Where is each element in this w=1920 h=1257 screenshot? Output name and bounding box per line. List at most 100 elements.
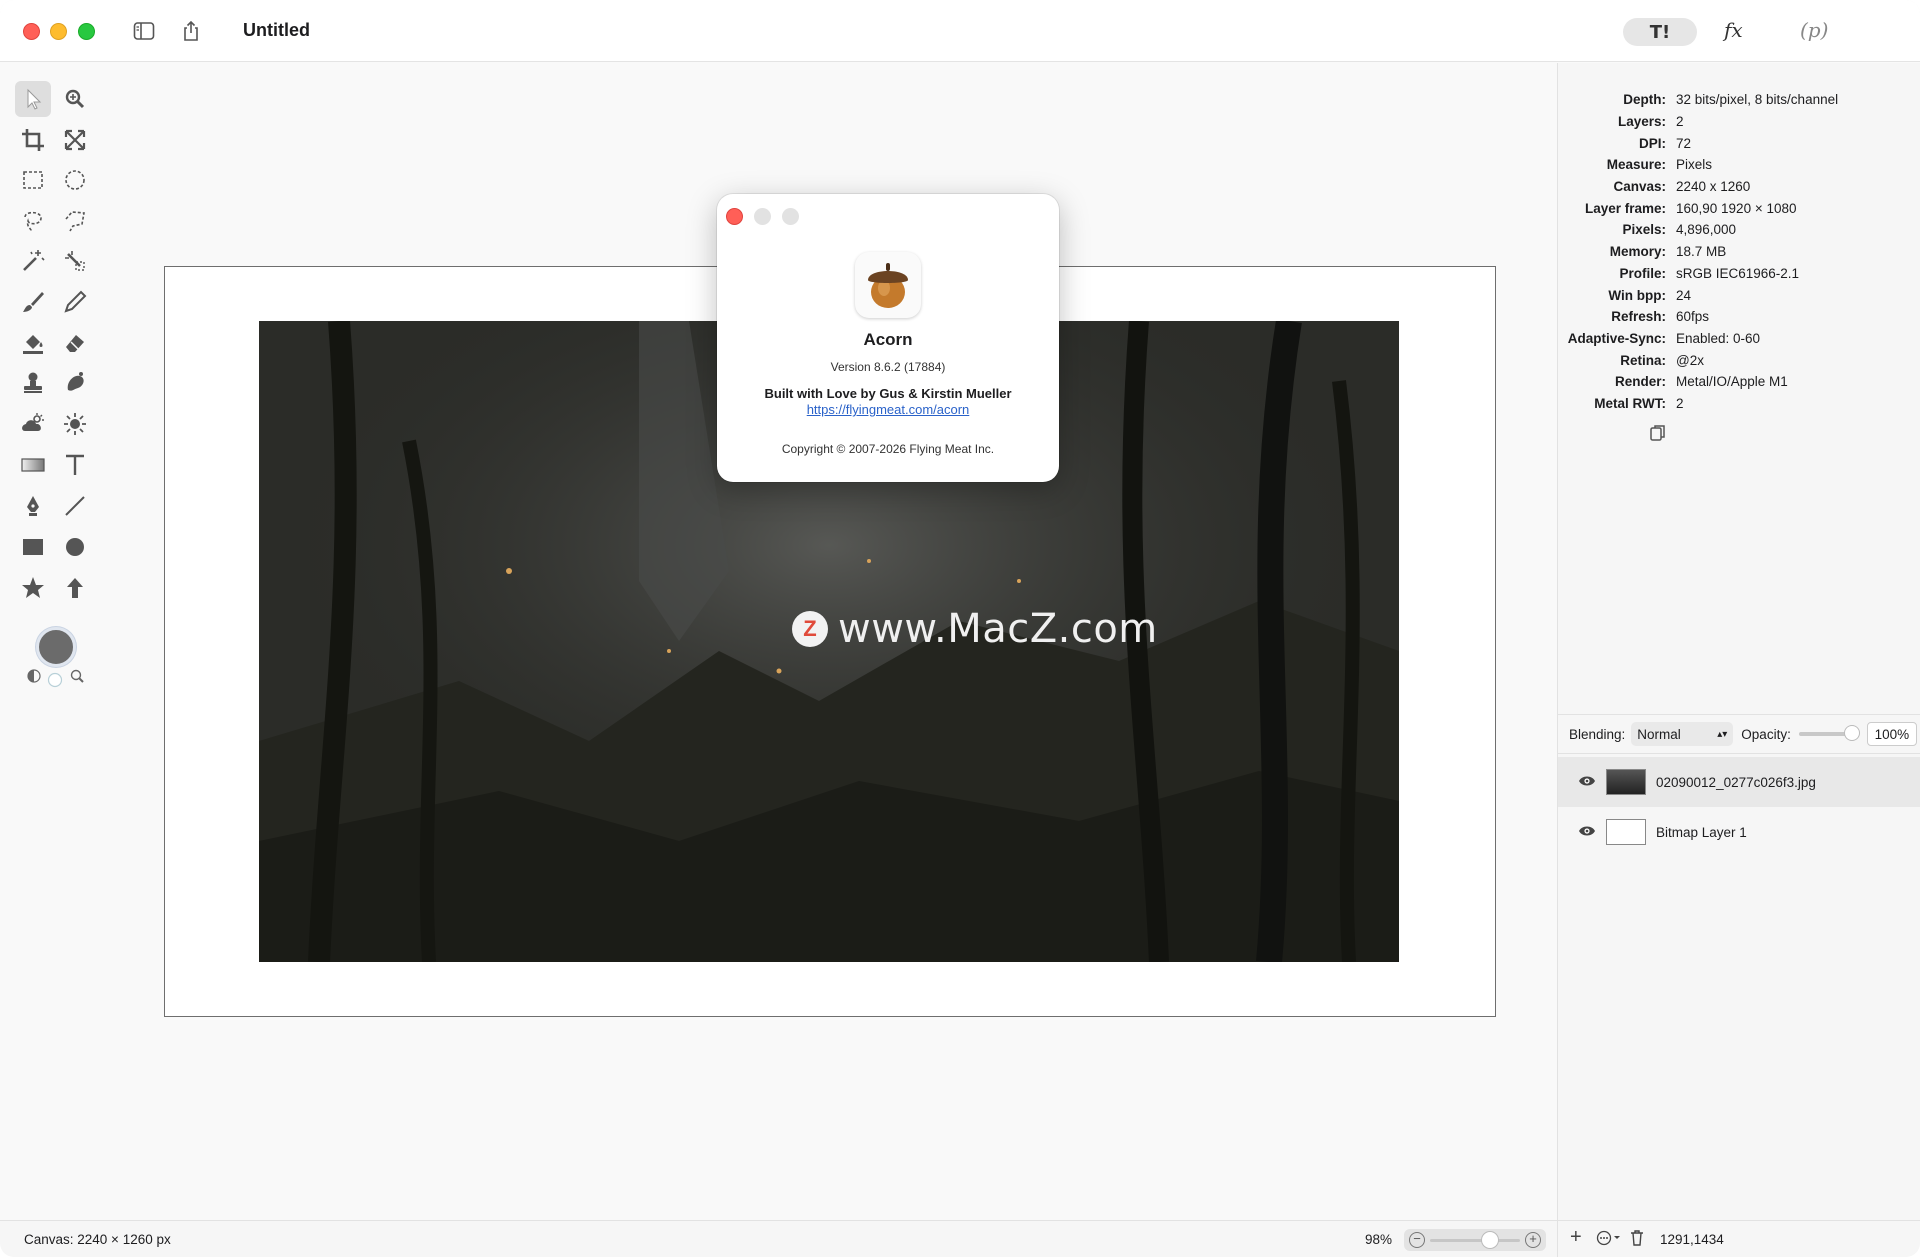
info-row-layers: Layers: 2 xyxy=(1617,114,1684,130)
layer-row[interactable]: Bitmap Layer 1 xyxy=(1558,807,1920,857)
lasso-tool-icon[interactable] xyxy=(15,202,51,238)
add-layer-icon[interactable]: + xyxy=(1570,1226,1582,1249)
background-color-swatch[interactable] xyxy=(47,672,63,688)
fill-tool-icon[interactable] xyxy=(15,325,51,361)
tool-settings-icon: T! xyxy=(1649,21,1671,43)
about-copyright: Copyright © 2007-2026 Flying Meat Inc. xyxy=(781,442,995,456)
blending-bar: Blending: Normal ▴▾ Opacity: 100% xyxy=(1558,714,1920,754)
chevron-updown-icon: ▴▾ xyxy=(1717,728,1728,740)
clone-stamp-tool-icon[interactable] xyxy=(15,365,51,401)
about-close-button[interactable] xyxy=(726,208,743,225)
gradient-tool-icon[interactable] xyxy=(15,447,51,483)
line-tool-icon[interactable] xyxy=(57,488,93,524)
crop-tool-icon[interactable] xyxy=(15,122,51,158)
info-row-depth: Depth: 32 bits/pixel, 8 bits/channel xyxy=(1623,92,1839,108)
info-row-adaptive-sync: Adaptive-Sync: Enabled: 0-60 xyxy=(1567,330,1761,346)
blending-label: Blending: xyxy=(1569,726,1626,742)
watermark-badge-icon: Z xyxy=(792,611,828,647)
layer-thumbnail xyxy=(1606,769,1646,795)
text-tool-icon[interactable] xyxy=(57,447,93,483)
copy-info-icon[interactable] xyxy=(1648,423,1668,443)
zoom-slider-track[interactable] xyxy=(1430,1239,1520,1242)
titlebar: Untitled T! fx (p) xyxy=(0,0,1920,62)
opacity-slider-knob[interactable] xyxy=(1844,726,1859,740)
pen-tool-icon[interactable] xyxy=(15,488,51,524)
eye-visibility-icon[interactable] xyxy=(1578,775,1598,790)
info-row-render: Render: Metal/IO/Apple M1 xyxy=(1614,374,1788,390)
tool-settings-button[interactable]: T! xyxy=(1623,18,1697,46)
status-bar: Canvas: 2240 × 1260 px 98% − + xyxy=(0,1220,1557,1257)
inspector-sidebar: Depth: 32 bits/pixel, 8 bits/channel Laye… xyxy=(1557,63,1920,1220)
info-row-canvas: Canvas: 2240 x 1260 xyxy=(1613,179,1751,195)
blending-mode-select[interactable]: Normal ▴▾ xyxy=(1631,722,1734,746)
image-info-list: Depth: 32 bits/pixel, 8 bits/channel Laye… xyxy=(1558,89,1920,414)
magic-select-tool-icon[interactable] xyxy=(57,243,93,279)
zoom-slider[interactable]: − + xyxy=(1404,1229,1546,1251)
brush-tool-icon[interactable] xyxy=(15,284,51,320)
layer-thumbnail xyxy=(1606,819,1646,845)
sidebar-toggle-icon[interactable] xyxy=(131,18,157,44)
layer-name: 02090012_0277c026f3.jpg xyxy=(1656,774,1816,790)
about-app-name: Acorn xyxy=(863,330,913,349)
window-title: Untitled xyxy=(243,20,310,40)
pencil-tool-icon[interactable] xyxy=(57,284,93,320)
canvas-size-status: Canvas: 2240 × 1260 px xyxy=(24,1232,171,1247)
oval-tool-icon[interactable] xyxy=(57,529,93,565)
zoom-tool-icon[interactable] xyxy=(57,81,93,117)
blending-mode-value: Normal xyxy=(1637,726,1681,742)
opacity-slider[interactable] xyxy=(1798,726,1859,740)
star-tool-icon[interactable] xyxy=(15,570,51,606)
watermark: Z www.MacZ.com xyxy=(792,606,1158,652)
info-row-pixels: Pixels: 4,896,000 xyxy=(1622,222,1737,238)
filters-fx-button[interactable]: fx xyxy=(1724,18,1743,42)
burn-dodge-tool-icon[interactable] xyxy=(15,406,51,442)
eraser-tool-icon[interactable] xyxy=(57,325,93,361)
resize-tool-icon[interactable] xyxy=(57,122,93,158)
acorn-app-icon xyxy=(855,252,921,318)
about-version: Version 8.6.2 (17884) xyxy=(830,360,946,374)
info-row-memory: Memory: 18.7 MB xyxy=(1609,244,1727,260)
close-window-button[interactable] xyxy=(23,23,40,40)
share-icon[interactable] xyxy=(178,18,204,44)
about-website-link[interactable]: https://flyingmeat.com/acorn xyxy=(717,402,1059,417)
info-row-dpi: DPI: 72 xyxy=(1639,135,1692,151)
layers-list: 02090012_0277c026f3.jpg Bitmap Layer 1 xyxy=(1558,757,1920,857)
info-row-metal-rwt: Metal RWT: 2 xyxy=(1594,395,1684,411)
about-maximize-button xyxy=(782,208,799,225)
info-row-win-bpp: Win bpp: 24 xyxy=(1608,287,1692,303)
layer-actions-icon[interactable] xyxy=(1596,1230,1622,1251)
maximize-window-button[interactable] xyxy=(78,23,95,40)
zoom-percentage: 98% xyxy=(1365,1232,1393,1247)
color-picker-icon[interactable] xyxy=(26,668,42,684)
foreground-color-swatch[interactable] xyxy=(36,627,76,667)
rect-marquee-tool-icon[interactable] xyxy=(15,162,51,198)
zoom-in-icon[interactable]: + xyxy=(1525,1232,1541,1248)
brightness-tool-icon[interactable] xyxy=(57,406,93,442)
ellipse-marquee-tool-icon[interactable] xyxy=(57,162,93,198)
retouch-tool-icon[interactable] xyxy=(57,365,93,401)
layer-row[interactable]: 02090012_0277c026f3.jpg xyxy=(1558,757,1920,807)
info-row-refresh: Refresh: 60fps xyxy=(1611,309,1710,325)
zoom-slider-knob[interactable] xyxy=(1482,1232,1499,1248)
eyedropper-zoom-icon[interactable] xyxy=(69,668,85,684)
delete-layer-icon[interactable] xyxy=(1630,1230,1644,1251)
rectangle-tool-icon[interactable] xyxy=(15,529,51,565)
opacity-field[interactable]: 100% xyxy=(1866,722,1917,746)
properties-p-button[interactable]: (p) xyxy=(1800,18,1828,42)
info-row-retina: Retina: @2x xyxy=(1620,352,1704,368)
info-row-layer-frame: Layer frame: 160,90 1920 × 1080 xyxy=(1584,200,1797,216)
select-tool-icon[interactable] xyxy=(15,81,51,117)
info-row-measure: Measure: Pixels xyxy=(1606,157,1713,173)
polygon-lasso-tool-icon[interactable] xyxy=(57,202,93,238)
zoom-out-icon[interactable]: − xyxy=(1409,1232,1425,1248)
eye-visibility-icon[interactable] xyxy=(1578,825,1598,840)
about-credit: Built with Love by Gus & Kirstin Mueller xyxy=(764,386,1012,401)
about-dialog: Acorn Version 8.6.2 (17884) Built with L… xyxy=(717,194,1059,482)
arrow-tool-icon[interactable] xyxy=(57,570,93,606)
cursor-coordinates: 1291,1434 xyxy=(1660,1232,1724,1247)
info-row-profile: Profile: sRGB IEC61966-2.1 xyxy=(1619,265,1800,281)
magic-wand-tool-icon[interactable] xyxy=(15,243,51,279)
watermark-text: www.MacZ.com xyxy=(838,606,1158,652)
opacity-label: Opacity: xyxy=(1741,726,1791,742)
minimize-window-button[interactable] xyxy=(50,23,67,40)
